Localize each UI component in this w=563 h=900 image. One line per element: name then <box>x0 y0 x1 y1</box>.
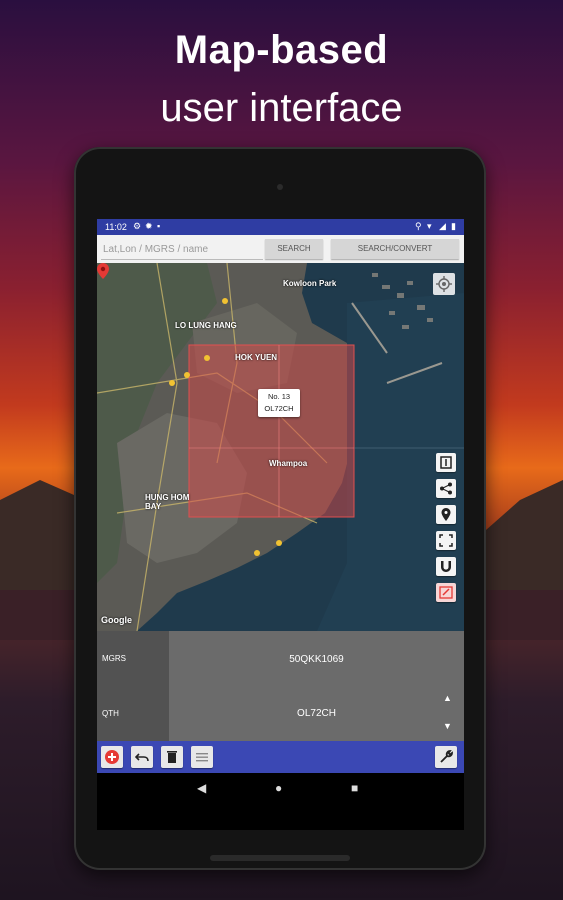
share-icon <box>440 482 452 495</box>
recents-icon[interactable]: ■ <box>351 781 358 795</box>
undo-button[interactable] <box>131 746 153 768</box>
marker-locator: OL72CH <box>264 404 294 413</box>
area-label-whampoa: Whampoa <box>269 459 308 468</box>
wifi-icon: ▾ <box>427 221 432 231</box>
fullscreen-button[interactable] <box>436 531 456 550</box>
search-convert-button[interactable]: SEARCH/CONVERT <box>331 239 459 259</box>
coordinate-panel: MGRS 50QKK1069 QTH OL72CH ▲ ▼ <box>97 631 464 741</box>
sd-card-icon: ▪ <box>157 221 161 231</box>
delete-button[interactable] <box>161 746 183 768</box>
settings-button[interactable] <box>435 746 457 768</box>
add-icon <box>105 750 119 764</box>
undo-icon <box>135 753 149 762</box>
qth-value[interactable]: OL72CH <box>169 708 464 719</box>
map-pin-icon[interactable] <box>97 263 109 279</box>
app-screen: 11:02 ⚙ ✹ ▪ ⚲ ▾ ◢ ▮ SEARCH SEARCH/CONVER… <box>97 219 464 830</box>
home-icon[interactable]: ● <box>275 781 282 795</box>
system-navigation-bar: ◀ ● ■ <box>97 773 464 805</box>
google-attribution: Google <box>101 615 132 625</box>
area-label-kowloon-park: Kowloon Park <box>283 279 337 288</box>
status-bar: 11:02 ⚙ ✹ ▪ ⚲ ▾ ◢ ▮ <box>97 219 464 235</box>
qth-label: QTH <box>102 709 119 718</box>
snap-button[interactable] <box>436 557 456 576</box>
headline-title: Map-based <box>174 28 389 72</box>
wrench-icon <box>440 750 453 763</box>
map-view[interactable]: HOK YUEN LO LUNG HANG HUNG HOM BAY Whamp… <box>97 263 464 631</box>
front-camera <box>277 184 283 190</box>
mgrs-label-cell: MGRS <box>97 631 169 686</box>
qth-label-cell: QTH <box>97 686 169 741</box>
list-icon <box>196 753 208 762</box>
place-marker-button[interactable] <box>436 505 456 524</box>
add-button[interactable] <box>101 746 123 768</box>
headline-subtitle: user interface <box>160 86 403 130</box>
battery-icon: ▮ <box>451 221 456 231</box>
search-input[interactable] <box>101 239 263 260</box>
magnet-icon <box>441 561 451 572</box>
bottom-toolbar <box>97 741 464 773</box>
marker-title: No. 13 <box>267 392 291 401</box>
signal-icon: ◢ <box>439 221 446 231</box>
place-icon <box>441 508 451 521</box>
location-status-icon: ⚲ <box>415 221 422 231</box>
list-button[interactable] <box>191 746 213 768</box>
marker-info-window[interactable]: No. 13 OL72CH <box>258 389 300 417</box>
scroll-up-icon[interactable]: ▲ <box>443 693 452 703</box>
mgrs-value[interactable]: 50QKK1069 <box>169 654 464 665</box>
mgrs-label: MGRS <box>102 654 126 663</box>
pause-button[interactable] <box>436 453 456 472</box>
gear-status-icon: ✹ <box>145 221 153 231</box>
my-location-button[interactable] <box>433 273 455 295</box>
edit-icon <box>439 586 453 599</box>
back-icon[interactable]: ◀ <box>197 781 206 795</box>
area-label-hok-yuen: HOK YUEN <box>235 353 278 362</box>
crosshair-icon <box>436 276 452 292</box>
edit-button[interactable] <box>436 583 456 602</box>
scroll-down-icon[interactable]: ▼ <box>443 721 452 731</box>
satellite-imagery <box>97 263 464 631</box>
settings-status-icon: ⚙ <box>133 221 142 231</box>
status-time: 11:02 <box>105 222 127 232</box>
search-button[interactable]: SEARCH <box>265 239 323 259</box>
tablet-device: 11:02 ⚙ ✹ ▪ ⚲ ▾ ◢ ▮ SEARCH SEARCH/CONVER… <box>74 147 486 870</box>
search-bar: SEARCH SEARCH/CONVERT <box>97 235 464 263</box>
area-label-hung-hom-bay: HUNG HOM BAY <box>145 493 190 511</box>
speaker-grille <box>210 855 350 861</box>
share-button[interactable] <box>436 479 456 498</box>
fullscreen-icon <box>439 534 453 547</box>
pause-icon <box>440 456 452 469</box>
area-label-lo-lung-hang: LO LUNG HANG <box>175 321 237 330</box>
delete-icon <box>167 751 177 763</box>
